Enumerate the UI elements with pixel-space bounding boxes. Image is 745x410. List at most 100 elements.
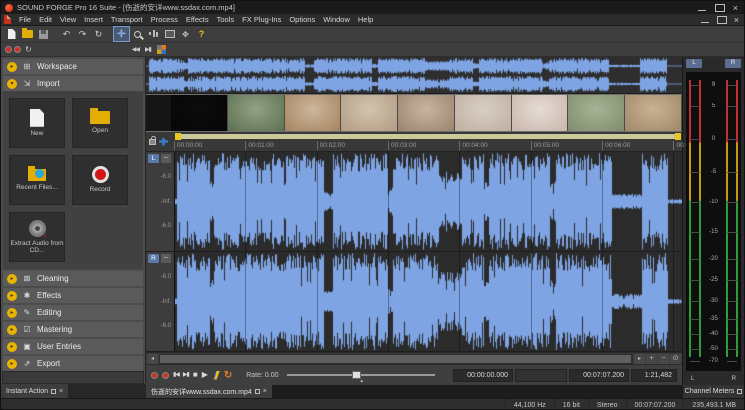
video-thumbnail-2[interactable] xyxy=(228,95,285,131)
expand-icon[interactable]: ▸ xyxy=(7,274,17,284)
menu-insert[interactable]: Insert xyxy=(80,15,107,24)
menu-fx-plug-ins[interactable]: FX Plug-Ins xyxy=(238,15,285,24)
loop-playback-icon[interactable]: ↻ xyxy=(23,45,34,54)
child-minimize-icon[interactable] xyxy=(700,16,710,24)
menu-view[interactable]: View xyxy=(56,15,80,24)
menu-tools[interactable]: Tools xyxy=(213,15,239,24)
play-all-icon[interactable] xyxy=(212,371,220,380)
minimize-icon[interactable] xyxy=(697,4,707,12)
tab-close-icon[interactable]: × xyxy=(59,388,63,395)
go-to-end-icon[interactable]: ▶▮ xyxy=(145,46,151,53)
document-tab[interactable]: 伤逝的安详www.ssdax.com.mp4 × xyxy=(146,385,272,398)
video-thumbnail-3[interactable] xyxy=(285,95,342,131)
expand-icon[interactable]: ▸ xyxy=(7,325,17,335)
video-thumbnail-8[interactable] xyxy=(568,95,625,131)
import-open-button[interactable]: Open xyxy=(72,98,128,148)
sidebar-section-effects[interactable]: ▸✱Effects xyxy=(3,288,143,303)
scrollbar-thumb[interactable] xyxy=(160,355,631,363)
expand-icon[interactable]: ▸ xyxy=(7,291,17,301)
go-to-start-button[interactable]: ▮◀ xyxy=(173,372,179,378)
menu-edit[interactable]: Edit xyxy=(35,15,56,24)
cursor-position-display[interactable]: 00:00:00.000 xyxy=(453,369,513,382)
sidebar-section-mastering[interactable]: ▸☑Mastering xyxy=(3,322,143,337)
left-channel-waveform[interactable] xyxy=(174,152,682,251)
new-button[interactable] xyxy=(4,27,19,41)
loop-button[interactable]: ↻ xyxy=(224,370,232,381)
meter-left-button[interactable]: L xyxy=(686,59,702,68)
record-remote-icon[interactable] xyxy=(5,46,12,53)
menu-options[interactable]: Options xyxy=(285,15,319,24)
statistics-button[interactable] xyxy=(146,27,161,41)
zoom-in-button[interactable]: + xyxy=(646,354,657,364)
timeline-ruler[interactable]: 00:00:0000:01:0000:02:0000:03:0000:04:00… xyxy=(174,140,682,151)
import-recent-files-button[interactable]: Recent Files... xyxy=(9,155,65,205)
import-extract-audio-from-cd-button[interactable]: Extract Audio from CD... xyxy=(9,212,65,262)
child-close-icon[interactable]: × xyxy=(734,16,739,24)
redo-button[interactable]: ↷ xyxy=(75,27,90,41)
play-button[interactable]: ▶ xyxy=(202,371,208,379)
right-channel-waveform[interactable] xyxy=(174,252,682,351)
close-icon[interactable]: × xyxy=(733,4,738,12)
open-button[interactable] xyxy=(20,27,35,41)
sidebar-section-import[interactable]: ▾⇲Import xyxy=(3,76,143,91)
right-channel-button[interactable]: R xyxy=(148,254,159,263)
menu-transport[interactable]: Transport xyxy=(107,15,147,24)
snapshot-button[interactable] xyxy=(162,27,177,41)
record-icon[interactable] xyxy=(14,46,21,53)
meter-right-button[interactable]: R xyxy=(725,59,741,68)
loop-region[interactable] xyxy=(175,134,681,139)
right-channel-minimize-button[interactable]: – xyxy=(161,254,171,263)
playback-cursor[interactable] xyxy=(174,152,175,251)
stop-button[interactable]: ■ xyxy=(193,371,198,379)
selection-end-display[interactable]: 00:07:07.200 xyxy=(569,369,629,382)
layout-grid-icon[interactable] xyxy=(157,45,166,54)
expand-icon[interactable]: ▸ xyxy=(7,62,17,72)
menu-effects[interactable]: Effects xyxy=(182,15,213,24)
overview-waveform[interactable] xyxy=(146,57,682,94)
scroll-left-button[interactable]: ◂ xyxy=(147,354,158,364)
undo-button[interactable]: ↶ xyxy=(59,27,74,41)
channel-meters-title[interactable]: Channel Meters xyxy=(683,385,744,398)
playback-cursor[interactable] xyxy=(174,252,175,351)
import-record-button[interactable]: Record xyxy=(72,155,128,205)
sidebar-section-workspace[interactable]: ▸⊞Workspace xyxy=(3,59,143,74)
doc-restore-icon[interactable] xyxy=(255,389,260,394)
tab-float-icon[interactable] xyxy=(51,389,56,394)
edit-tool-button[interactable]: ✛ xyxy=(114,27,129,41)
sidebar-section-user-entries[interactable]: ▸▣User Entries xyxy=(3,339,143,354)
event-tool-button[interactable]: ✥ xyxy=(178,27,193,41)
rate-slider[interactable]: ▴ xyxy=(287,374,435,376)
scroll-right-button[interactable]: ▸ xyxy=(634,354,645,364)
expand-icon[interactable]: ▸ xyxy=(7,308,17,318)
left-channel-button[interactable]: L xyxy=(148,154,159,163)
video-thumbnail-6[interactable] xyxy=(455,95,512,131)
menu-process[interactable]: Process xyxy=(147,15,182,24)
collapse-icon[interactable]: ▾ xyxy=(7,79,17,89)
zoom-fit-button[interactable]: ⊙ xyxy=(670,354,681,364)
child-restore-icon[interactable] xyxy=(717,16,727,24)
menu-file[interactable]: File xyxy=(15,15,35,24)
expand-icon[interactable]: ▸ xyxy=(7,359,17,369)
meters-float-icon[interactable] xyxy=(737,389,742,394)
menu-help[interactable]: Help xyxy=(354,15,377,24)
sidebar-section-cleaning[interactable]: ▸⊠Cleaning xyxy=(3,271,143,286)
instant-action-tab[interactable]: Instant Action × xyxy=(1,384,68,398)
zoom-out-button[interactable]: − xyxy=(658,354,669,364)
selection-display[interactable] xyxy=(515,369,567,382)
whats-this-button[interactable]: ? xyxy=(194,27,209,41)
record-remote-button[interactable] xyxy=(151,372,158,379)
hub-icon[interactable] xyxy=(159,138,168,146)
save-button[interactable] xyxy=(36,27,51,41)
maximize-icon[interactable] xyxy=(715,4,725,12)
loop-region-bar[interactable] xyxy=(174,132,682,140)
video-thumbnail-1[interactable] xyxy=(171,95,228,131)
repeat-button[interactable]: ↻ xyxy=(91,27,106,41)
sidebar-section-editing[interactable]: ▸✎Editing xyxy=(3,305,143,320)
video-thumbnail-4[interactable] xyxy=(341,95,398,131)
magnify-tool-button[interactable] xyxy=(130,27,145,41)
video-thumbnail-5[interactable] xyxy=(398,95,455,131)
expand-icon[interactable]: ▸ xyxy=(7,342,17,352)
record-button[interactable] xyxy=(162,372,169,379)
import-new-button[interactable]: New xyxy=(9,98,65,148)
sidebar-section-export[interactable]: ▸⇗Export xyxy=(3,356,143,371)
